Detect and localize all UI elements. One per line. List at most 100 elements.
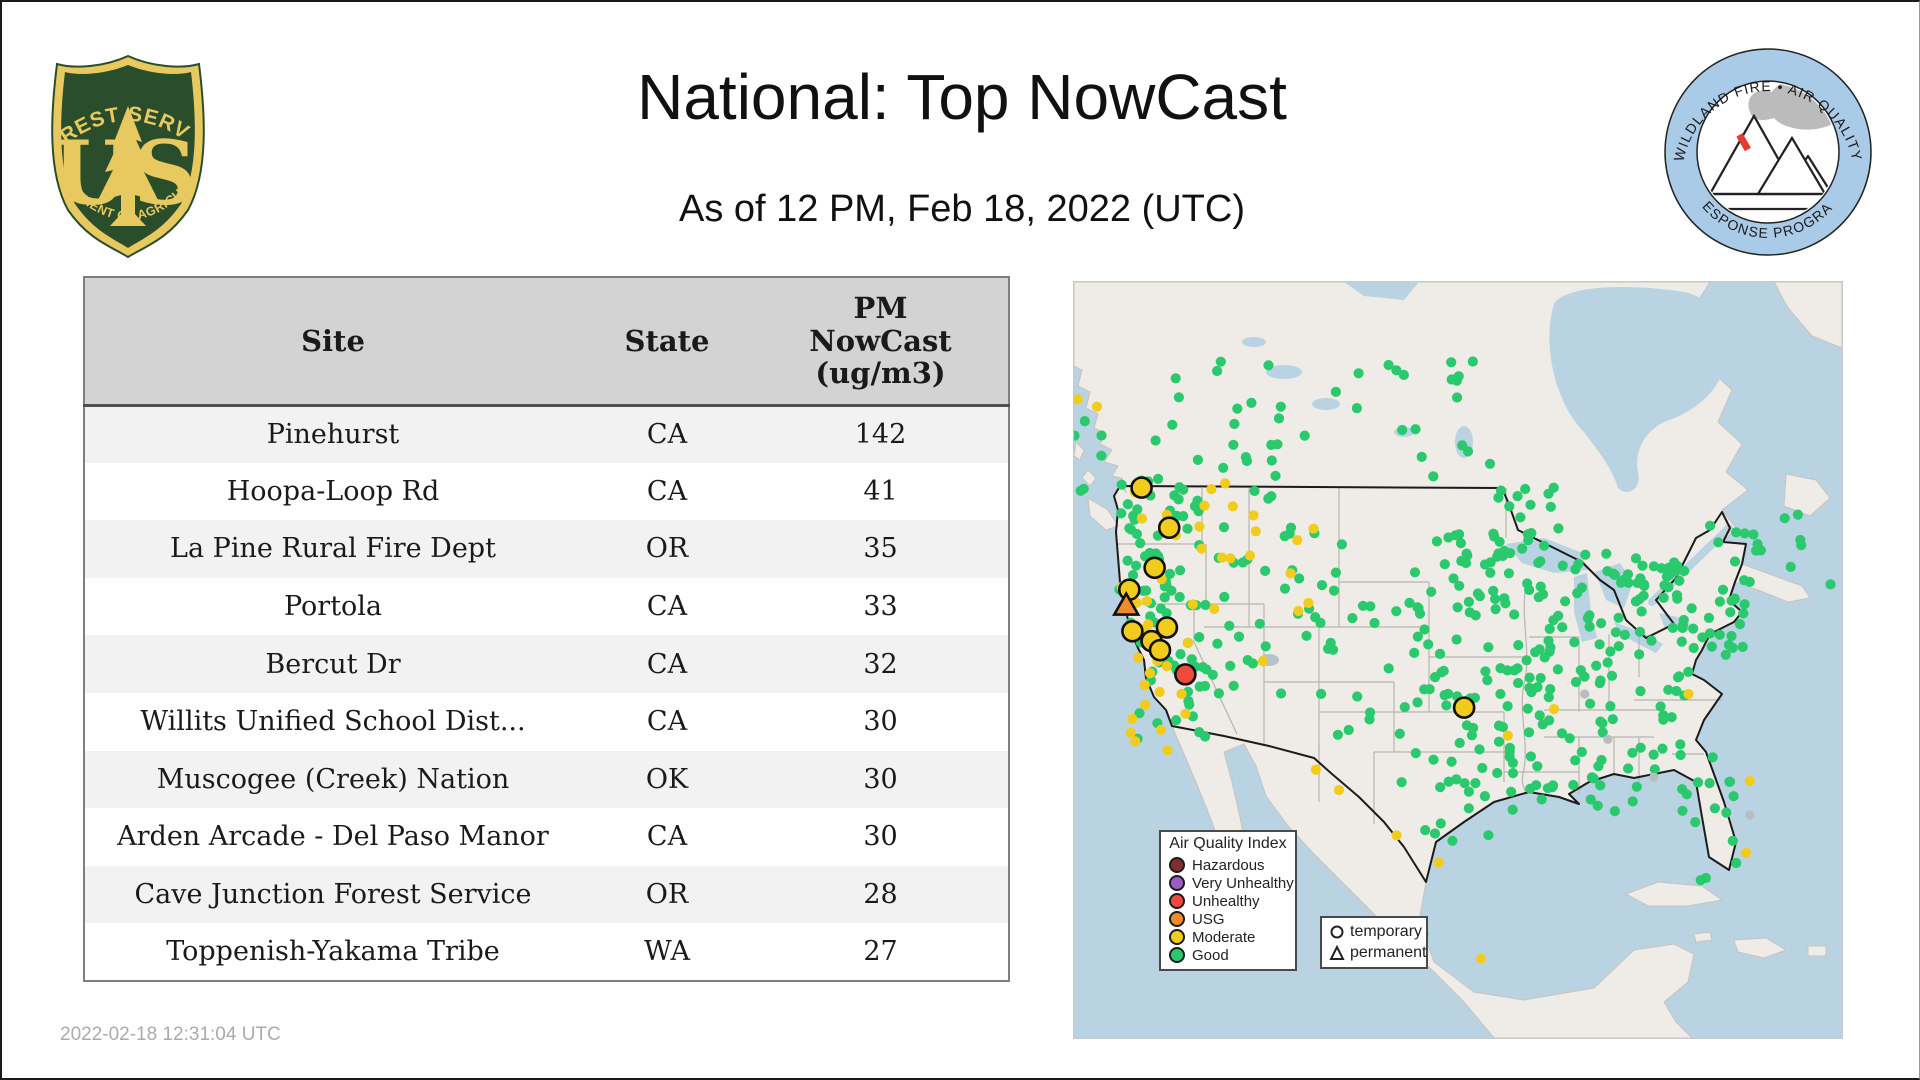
cell-site: Willits Unified School Dist...	[140, 706, 526, 738]
monitor-dot	[1738, 608, 1749, 619]
monitor-dot	[1176, 688, 1187, 699]
monitor-dot	[1435, 818, 1446, 829]
monitor-dot	[1446, 357, 1457, 368]
monitor-dot	[1657, 743, 1668, 754]
monitor-dot	[1610, 627, 1621, 638]
monitor-dot	[1634, 649, 1645, 660]
aqi-swatch-icon	[1169, 893, 1185, 909]
monitor-dot	[1740, 847, 1752, 858]
monitor-dot	[1187, 599, 1198, 610]
monitor-dot	[1726, 630, 1737, 642]
monitor-dot	[1739, 599, 1750, 610]
aqi-swatch-icon	[1169, 857, 1185, 873]
monitor-dot	[1248, 510, 1259, 521]
monitor-dot	[1596, 618, 1607, 629]
monitor-dot	[1688, 623, 1699, 634]
monitor-dot	[1547, 780, 1559, 791]
monitor-dot	[1639, 579, 1650, 590]
aqi-legend-item: Hazardous	[1161, 856, 1295, 874]
monitor-dot	[1729, 593, 1740, 604]
monitor-dot	[1602, 657, 1613, 668]
monitor-dot	[1544, 715, 1555, 726]
monitor-dot	[1330, 567, 1341, 578]
monitor-dot	[1671, 590, 1683, 601]
column-header-site: Site	[84, 277, 581, 407]
monitor-dot	[1075, 485, 1086, 496]
monitor-dot	[1497, 721, 1508, 733]
monitor-dot	[1428, 754, 1439, 765]
monitor-dot	[1199, 680, 1211, 692]
monitor-dot	[1439, 559, 1450, 570]
monitor-dot	[1594, 678, 1605, 689]
monitor-dot	[1532, 682, 1543, 693]
monitor-dot	[1720, 649, 1731, 660]
monitor-dot	[1619, 629, 1630, 640]
monitor-dot	[1336, 539, 1347, 550]
monitor-dot	[1260, 565, 1271, 576]
lake-canada-2	[1312, 398, 1340, 410]
monitor-dot	[1477, 762, 1488, 774]
monitor-dot	[1132, 504, 1143, 515]
cell-state: CA	[646, 419, 688, 451]
monitor-dot	[1649, 772, 1659, 782]
monitor-dot	[1410, 748, 1421, 759]
monitor-dot	[1648, 749, 1659, 760]
monitor-dot	[1675, 749, 1686, 761]
cell-site: Hoopa-Loop Rd	[226, 475, 440, 507]
monitor-dot	[1676, 636, 1687, 647]
aqi-legend: Air Quality Index Hazardous Very Unhealth…	[1159, 830, 1297, 971]
monitor-dot	[1162, 745, 1173, 756]
monitor-dot	[1582, 612, 1594, 623]
monitor-dot	[1150, 435, 1161, 446]
top-site-marker	[1130, 476, 1153, 499]
monitor-dot	[1731, 857, 1742, 869]
monitor-dot	[1410, 424, 1421, 435]
monitor-dot	[1249, 485, 1260, 497]
monitor-dot	[1523, 535, 1534, 546]
monitor-dot	[1646, 635, 1657, 646]
cell-site: Bercut Dr	[265, 648, 401, 680]
monitor-dot	[1279, 531, 1290, 542]
monitor-dot	[1409, 567, 1421, 578]
monitor-dot	[1507, 757, 1518, 768]
monitor-dot	[1451, 634, 1462, 645]
page-title: National: Top NowCast	[637, 61, 1287, 133]
monitor-dot	[1207, 669, 1218, 680]
monitor-dot	[1218, 462, 1229, 473]
monitor-dot	[1275, 401, 1286, 412]
monitor-dot	[1675, 739, 1686, 750]
monitor-dot	[1570, 676, 1582, 688]
monitor-dot	[1125, 727, 1136, 738]
lake-canada-3	[1242, 337, 1266, 347]
monitor-dot	[1677, 622, 1688, 633]
monitor-dot	[1333, 784, 1345, 796]
monitor-dot	[1705, 520, 1716, 531]
monitor-dot	[1623, 577, 1634, 588]
cell-state: OR	[645, 533, 689, 565]
island-jamaica	[1693, 931, 1713, 943]
table-row: Arden Arcade - Del Paso Manor CA 30	[84, 808, 1009, 866]
aqi-legend-label: Very Unhealthy	[1192, 874, 1294, 892]
monitor-dot	[1564, 733, 1575, 744]
monitor-dot	[1182, 637, 1193, 649]
table-header: Site State PM NowCast (ug/m3)	[84, 277, 1009, 407]
monitor-dot	[1279, 583, 1291, 594]
monitor-dot	[1523, 727, 1535, 738]
monitor-dot	[1585, 794, 1596, 805]
table-row: La Pine Rural Fire Dept OR 35	[84, 520, 1009, 578]
monitor-dot	[1543, 488, 1554, 499]
monitor-dot	[1609, 806, 1620, 817]
monitor-dot	[1216, 552, 1228, 563]
cell-value: 32	[863, 648, 898, 680]
monitor-dot	[1557, 622, 1568, 633]
monitor-dot	[1539, 540, 1550, 551]
monitor-dot	[1658, 592, 1669, 603]
legend-item-temporary: temporary	[1322, 922, 1426, 943]
top-nowcast-table-container: Site State PM NowCast (ug/m3) Pinehurst C…	[83, 276, 1010, 982]
monitor-dot	[1495, 688, 1506, 700]
monitor-dot	[1475, 953, 1487, 964]
monitor-dot	[1462, 446, 1474, 457]
monitor-dot	[1225, 660, 1236, 671]
monitor-dot	[1704, 778, 1715, 789]
cell-site: Muscogee (Creek) Nation	[156, 763, 510, 795]
